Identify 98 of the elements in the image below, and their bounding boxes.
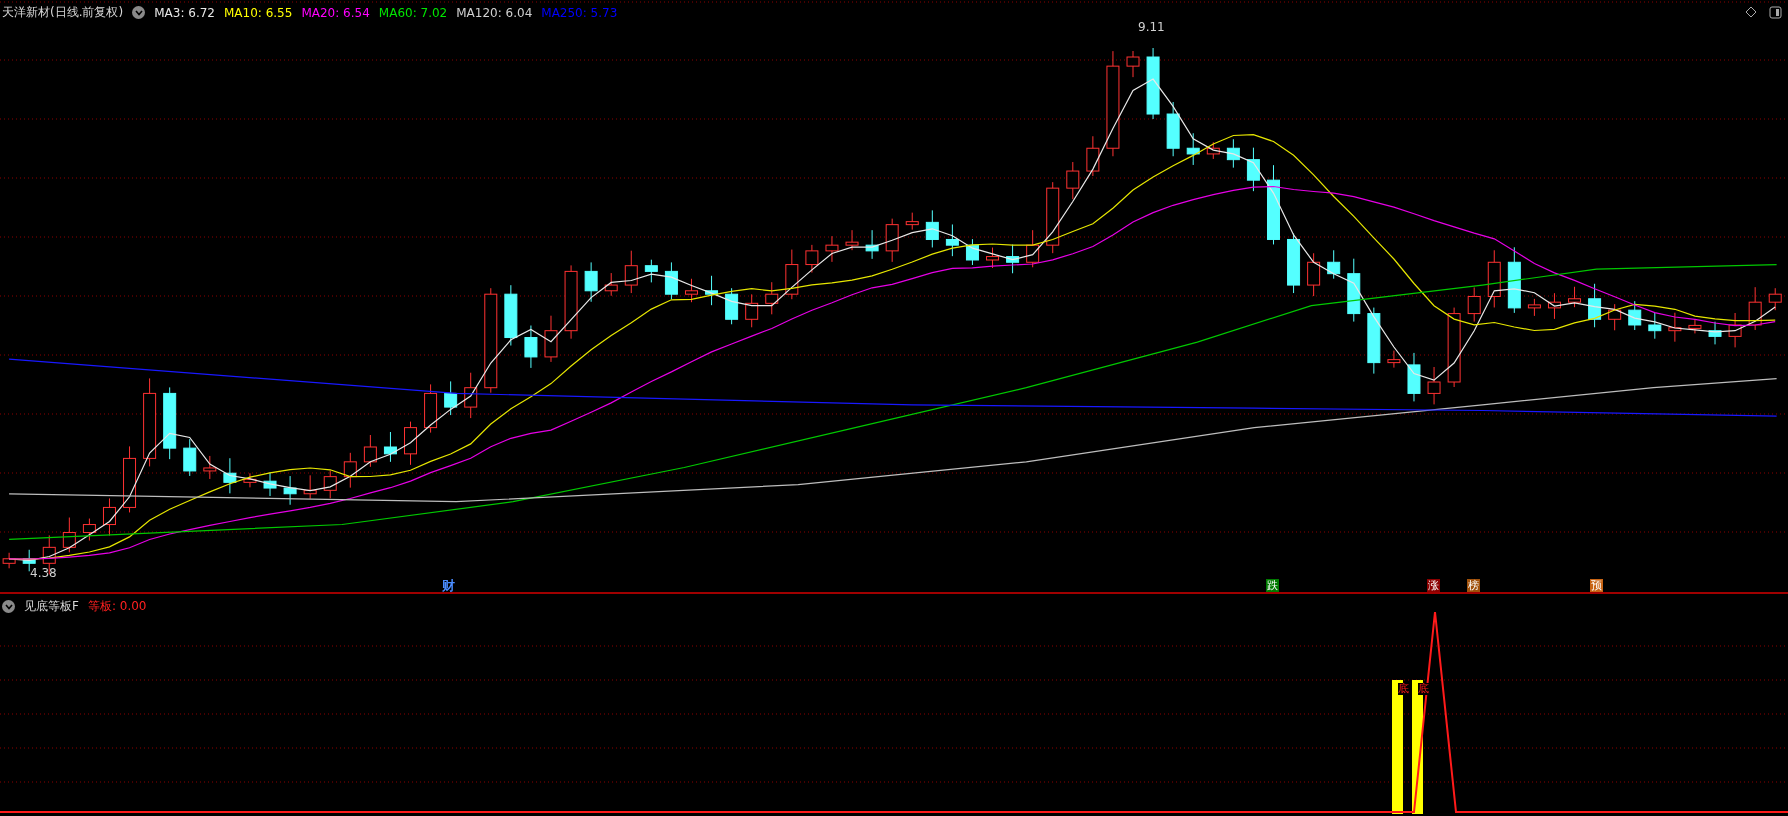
low-price-label: 4.38 (30, 566, 57, 580)
event-badge[interactable]: 跌 (1266, 579, 1279, 592)
candlestick (1026, 229, 1040, 268)
candlestick (1246, 147, 1260, 192)
candlestick (1588, 283, 1602, 328)
candlestick (705, 275, 719, 306)
candlestick (1407, 352, 1421, 402)
candlestick (1708, 321, 1722, 345)
candlestick (604, 272, 618, 297)
candlestick (1748, 286, 1762, 331)
candlestick (825, 235, 839, 263)
candlestick (203, 455, 217, 480)
candlestick (725, 287, 739, 325)
candlestick (1628, 300, 1642, 331)
candlestick (283, 475, 297, 506)
candlestick (1527, 298, 1541, 317)
candlestick (1126, 50, 1140, 78)
event-marker[interactable]: 财 (442, 579, 455, 592)
event-badge[interactable]: 涨 (1427, 579, 1440, 592)
candlestick (363, 434, 377, 468)
candlestick (62, 517, 76, 553)
candlestick (504, 284, 518, 347)
candlestick (323, 470, 337, 499)
candlestick (1568, 286, 1582, 308)
candlestick (905, 212, 919, 231)
candlestick (1086, 135, 1100, 177)
panel-icon[interactable] (1769, 6, 1782, 19)
diamond-icon[interactable] (1745, 6, 1757, 18)
candlestick (444, 380, 458, 416)
candlestick (1768, 287, 1782, 311)
candlestick (1387, 350, 1401, 369)
event-badge[interactable]: 预 (1590, 579, 1603, 592)
ma-value: MA3: 6.72 (154, 5, 215, 20)
high-price-label: 9.11 (1138, 20, 1165, 34)
candlestick (1006, 244, 1020, 274)
candlestick (123, 445, 137, 513)
candlestick (1307, 252, 1321, 297)
candlestick (1367, 307, 1381, 375)
candlestick (1166, 101, 1180, 157)
candlestick (424, 383, 438, 434)
candlestick (1347, 258, 1361, 323)
signal-label: 底 (1418, 683, 1429, 695)
candlestick (805, 244, 819, 274)
chart-title: 天洋新材(日线.前复权) (2, 4, 124, 21)
candlestick (865, 229, 879, 260)
candlestick (624, 250, 638, 294)
candlestick (1547, 292, 1561, 320)
candlestick (986, 247, 999, 269)
ma-value: MA20: 6.54 (301, 5, 370, 20)
candlestick (102, 497, 116, 537)
ma-value: MA120: 6.04 (456, 5, 533, 20)
candlestick (1206, 141, 1220, 160)
candlestick (685, 278, 698, 303)
candlestick (524, 325, 538, 369)
candlestick (1487, 249, 1501, 308)
candlestick (1186, 132, 1200, 166)
candlestick (263, 471, 277, 497)
ma-value: MA10: 6.55 (223, 5, 293, 20)
candlestick (404, 421, 417, 466)
candlestick (945, 223, 959, 257)
indicator-title: 见底等板F (24, 598, 79, 615)
candlestick (584, 261, 598, 303)
candlestick (1467, 287, 1481, 323)
candlestick (925, 209, 939, 248)
candlestick (644, 259, 658, 283)
candlestick (965, 238, 979, 266)
candlestick (183, 438, 197, 477)
indicator-value: 等板: 0.00 (87, 598, 147, 615)
candlestick (1327, 249, 1341, 280)
ma-value: MA60: 7.02 (378, 5, 448, 20)
candlestick (1688, 318, 1702, 334)
candlestick (765, 281, 779, 315)
candlestick (1668, 312, 1682, 343)
candlestick (464, 372, 478, 419)
candlestick (745, 293, 759, 328)
candlestick (82, 518, 96, 541)
candlestick (544, 315, 558, 363)
candlestick (1226, 138, 1240, 169)
candlestick (343, 452, 357, 489)
ma-value: MA250: 5.73 (541, 5, 618, 20)
event-badge[interactable]: 榜 (1467, 579, 1480, 592)
candlestick (1507, 246, 1521, 314)
candlestick (1608, 303, 1622, 331)
dropdown-icon[interactable] (132, 6, 146, 19)
candlestick (1648, 312, 1662, 340)
candlestick (664, 261, 678, 300)
candlestick (885, 218, 899, 263)
candlestick (223, 457, 237, 494)
signal-label: 底 (1398, 683, 1409, 695)
candlestick (1066, 161, 1080, 200)
candlestick (1427, 366, 1441, 405)
candlestick (785, 249, 799, 300)
candlestick (303, 474, 317, 500)
candlestick (383, 431, 397, 463)
candlestick (845, 229, 859, 251)
candlestick (243, 472, 257, 488)
candlestick (1728, 312, 1742, 348)
dropdown-icon[interactable] (2, 600, 15, 613)
